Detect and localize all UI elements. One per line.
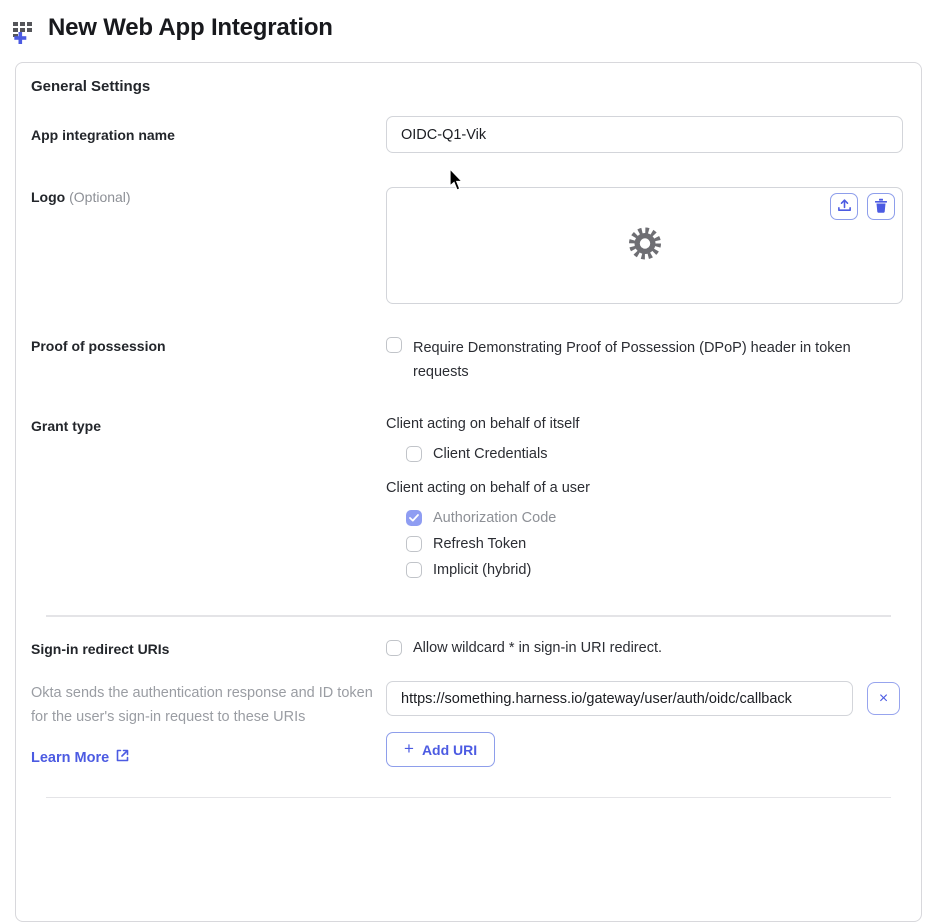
logo-label: Logo (Optional) bbox=[31, 187, 386, 205]
add-uri-label: Add URI bbox=[421, 741, 478, 758]
logo-upload-box[interactable] bbox=[386, 187, 903, 304]
dpop-checkbox-label[interactable]: Require Demonstrating Proof of Possessio… bbox=[413, 336, 865, 384]
close-icon: × bbox=[878, 689, 889, 707]
grant-self-heading: Client acting on behalf of itself bbox=[386, 416, 580, 432]
dpop-label: Proof of possession bbox=[31, 338, 166, 354]
refresh-token-checkbox[interactable] bbox=[406, 536, 422, 552]
wildcard-option: Allow wildcard * in sign-in URI redirect… bbox=[386, 639, 901, 657]
gear-icon bbox=[626, 224, 664, 267]
wildcard-label[interactable]: Allow wildcard * in sign-in URI redirect… bbox=[413, 639, 662, 657]
refresh-token-label[interactable]: Refresh Token bbox=[433, 535, 526, 553]
external-link-icon bbox=[116, 749, 129, 766]
app-name-row: App integration name bbox=[31, 116, 903, 162]
logo-label-text: Logo bbox=[31, 189, 66, 205]
trash-icon bbox=[874, 198, 888, 216]
grant-type-row: Grant type Client acting on behalf of it… bbox=[31, 416, 901, 587]
section-divider bbox=[46, 615, 891, 617]
grant-type-label: Grant type bbox=[31, 418, 102, 434]
plus-icon: + bbox=[404, 738, 414, 758]
wildcard-checkbox[interactable] bbox=[386, 640, 402, 656]
implicit-hybrid-label[interactable]: Implicit (hybrid) bbox=[433, 561, 531, 579]
app-name-label: App integration name bbox=[31, 127, 175, 143]
implicit-hybrid-checkbox[interactable] bbox=[406, 562, 422, 578]
authorization-code-checkbox[interactable] bbox=[406, 510, 422, 526]
logo-optional-text: (Optional) bbox=[69, 189, 131, 205]
bottom-divider bbox=[46, 797, 891, 798]
redirect-uri-row: × bbox=[386, 681, 901, 716]
grant-option-implicit-hybrid: Implicit (hybrid) bbox=[406, 561, 901, 579]
grant-option-refresh-token: Refresh Token bbox=[406, 535, 901, 553]
logo-row: Logo (Optional) bbox=[31, 187, 903, 304]
grant-user-heading: Client acting on behalf of a user bbox=[386, 480, 590, 496]
app-name-input[interactable] bbox=[386, 116, 903, 153]
authorization-code-label: Authorization Code bbox=[433, 510, 557, 526]
client-credentials-checkbox[interactable] bbox=[406, 446, 422, 462]
redirect-uris-row: Sign-in redirect URIs Okta sends the aut… bbox=[31, 639, 901, 767]
learn-more-label: Learn More bbox=[31, 749, 110, 766]
grant-option-authorization-code: Authorization Code bbox=[406, 509, 901, 527]
remove-uri-button[interactable]: × bbox=[867, 682, 900, 715]
learn-more-link[interactable]: Learn More bbox=[31, 749, 129, 766]
app-integration-icon bbox=[10, 16, 38, 44]
redirect-uri-input[interactable] bbox=[386, 681, 853, 716]
section-title: General Settings bbox=[31, 78, 151, 95]
page-header: New Web App Integration bbox=[0, 0, 937, 44]
general-settings-card: General Settings App integration name Lo… bbox=[15, 62, 922, 922]
check-icon bbox=[409, 514, 419, 522]
dpop-row: Proof of possession Require Demonstratin… bbox=[31, 336, 901, 384]
dpop-checkbox[interactable] bbox=[386, 337, 402, 353]
redirect-helper-text: Okta sends the authentication response a… bbox=[31, 685, 373, 725]
add-uri-button[interactable]: + Add URI bbox=[386, 732, 496, 767]
upload-icon bbox=[837, 198, 852, 216]
delete-logo-button[interactable] bbox=[867, 193, 895, 220]
grant-option-client-credentials: Client Credentials bbox=[406, 445, 901, 463]
upload-logo-button[interactable] bbox=[830, 193, 858, 220]
redirect-uris-label: Sign-in redirect URIs bbox=[31, 641, 170, 657]
page-title: New Web App Integration bbox=[48, 14, 333, 41]
client-credentials-label[interactable]: Client Credentials bbox=[433, 445, 547, 463]
